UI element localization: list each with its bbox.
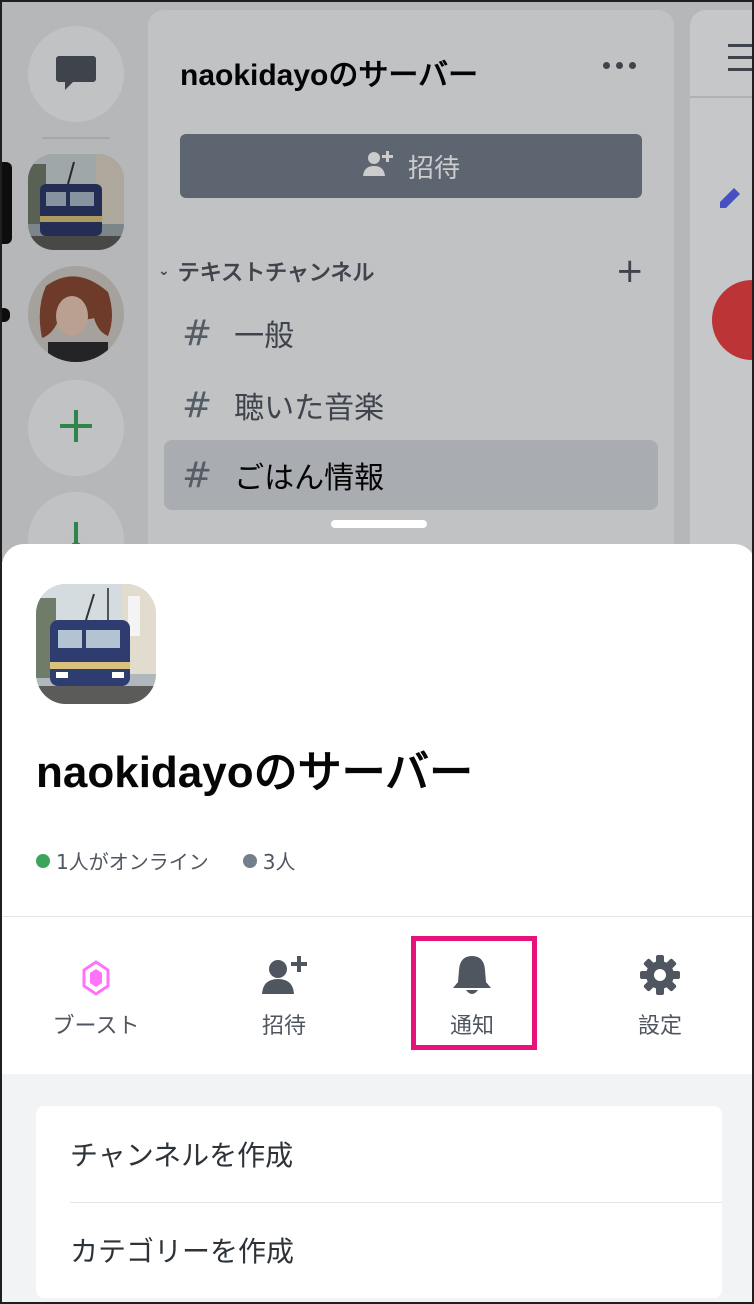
action-bar: ブースト 招待 通知 設定 [2,916,752,1074]
server-stats: 1人がオンライン 3人 [36,846,329,875]
server-name: naokidayoのサーバー [36,748,474,797]
invite-action-label: 招待 [261,1014,306,1039]
online-count: 1人がオンライン [36,846,209,875]
gear-icon [639,950,681,996]
create-channel-label: チャンネルを作成 [70,1139,294,1172]
member-count-label: 3人 [262,850,296,874]
invite-action-button[interactable]: 招待 [190,916,378,1074]
member-status-icon [242,853,257,868]
background-app: naokidayoのサーバー 招待 ⌄ テキストチャンネル + # 一般 # 聴… [2,2,752,588]
highlight-box [411,936,537,1050]
sheet-drag-handle[interactable] [331,520,427,528]
menu-card: チャンネルを作成 カテゴリーを作成 [36,1106,722,1298]
screen: naokidayoのサーバー 招待 ⌄ テキストチャンネル + # 一般 # 聴… [0,0,754,1304]
settings-button[interactable]: 設定 [566,916,752,1074]
boost-button[interactable]: ブースト [2,916,190,1074]
settings-label: 設定 [637,1014,682,1039]
boost-label: ブースト [52,1014,140,1039]
create-category-label: カテゴリーを作成 [70,1235,295,1268]
member-count: 3人 [242,846,296,875]
server-icon [36,584,156,704]
add-user-icon [260,950,308,996]
online-status-icon [36,853,50,868]
server-bottom-sheet: naokidayoのサーバー 1人がオンライン 3人 ブースト 招待 通知 設定… [2,544,752,1302]
menu-area: チャンネルを作成 カテゴリーを作成 [2,1074,752,1302]
boost-icon [81,950,111,996]
create-channel-item[interactable]: チャンネルを作成 [36,1106,722,1202]
dim-overlay[interactable] [2,2,752,562]
create-category-item[interactable]: カテゴリーを作成 [36,1202,722,1298]
online-count-label: 1人がオンライン [56,850,209,874]
